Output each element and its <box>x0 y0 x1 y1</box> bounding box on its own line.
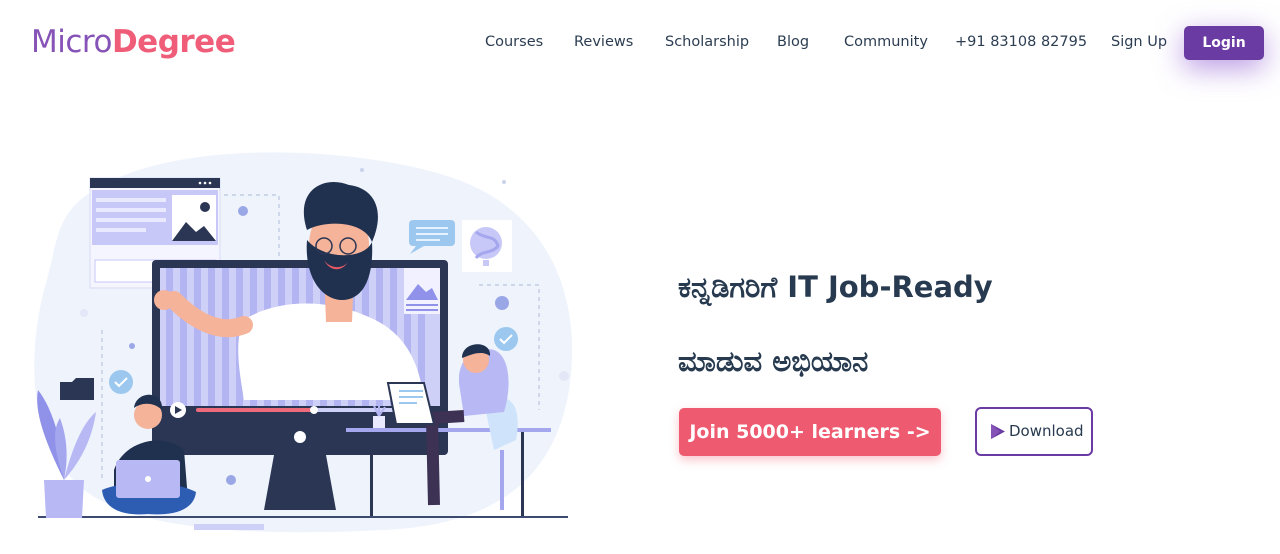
nav-link-reviews[interactable]: Reviews <box>574 32 633 52</box>
nav-link-scholarship[interactable]: Scholarship <box>665 32 749 52</box>
hero-headline-line2: ಮಾಡುವ ಅಭಿಯಾನ <box>678 344 869 378</box>
nav-link-community[interactable]: Community <box>844 32 928 52</box>
online-learning-illustration <box>34 152 573 533</box>
nav-link-blog[interactable]: Blog <box>777 32 809 52</box>
logo-text-micro: Micro <box>31 24 112 60</box>
top-navbar: MicroDegree Courses Reviews Scholarship … <box>0 0 1280 86</box>
join-learners-button[interactable]: Join 5000+ learners -> <box>679 408 941 456</box>
google-play-icon <box>991 424 1005 439</box>
logo-text-degree: Degree <box>111 24 236 60</box>
nav-link-courses[interactable]: Courses <box>485 32 543 52</box>
nav-link-signup[interactable]: Sign Up <box>1111 32 1167 52</box>
hero-illustration <box>24 150 584 540</box>
download-button-label: Download <box>1009 422 1084 440</box>
nav-link-phone[interactable]: +91 83108 82795 <box>955 32 1087 52</box>
hero-headline-line1: ಕನ್ನಡಿಗರಿಗೆ IT Job-Ready <box>678 270 993 304</box>
login-button[interactable]: Login <box>1184 26 1264 60</box>
microdegree-logo[interactable]: MicroDegree <box>31 22 236 62</box>
download-button[interactable]: Download <box>975 407 1093 456</box>
